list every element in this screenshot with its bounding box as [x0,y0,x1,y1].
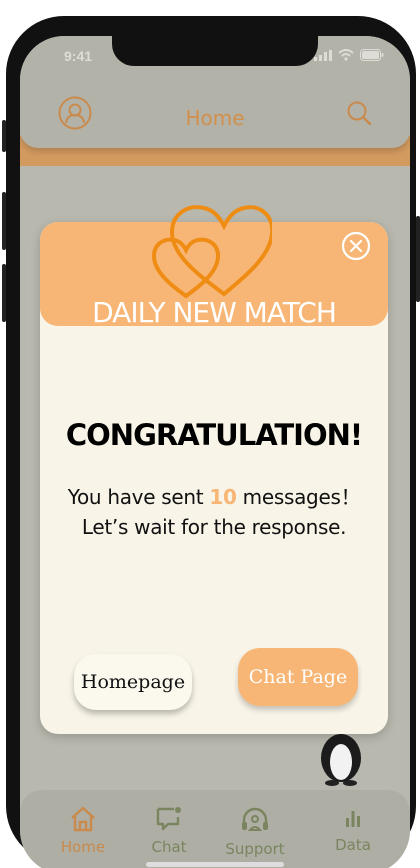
chat-icon [156,807,181,831]
home-icon [71,806,95,832]
volume-up-button [2,192,6,250]
tab-support[interactable]: Support [220,806,290,858]
close-button[interactable] [340,230,372,262]
volume-down-button [2,264,6,322]
tab-support-label: Support [225,840,285,858]
message-suffix: messages！ [242,485,361,509]
tab-home[interactable]: Home [48,806,118,856]
bottom-tab-bar: Home Chat Support Data [20,790,410,868]
daily-match-dialog: DAILY NEW MATCH CONGRATULATION! You have… [40,205,388,734]
side-button [2,120,6,152]
search-icon [347,101,372,126]
power-button [416,216,420,302]
battery-icon [360,49,384,61]
message-count: 10 [209,485,237,509]
search-button[interactable] [346,100,372,126]
homepage-button[interactable]: Homepage [74,654,192,710]
home-indicator [146,862,284,867]
tab-data[interactable]: Data [318,806,388,854]
wifi-icon [338,49,354,61]
status-time: 9:41 [64,48,93,64]
support-icon [242,807,268,831]
dialog-banner-title: DAILY NEW MATCH [92,296,337,329]
message-line-1: You have sent 10 messages！ [40,482,388,512]
data-icon [346,811,360,827]
tab-home-label: Home [60,838,106,856]
tab-chat-label: Chat [151,838,187,856]
close-icon [341,231,371,261]
message-prefix: You have sent [67,485,204,509]
dialog-heading: CONGRATULATION! [65,418,363,452]
notch [112,36,318,66]
signal-icon [314,49,332,61]
tab-data-label: Data [335,836,371,854]
status-icons [314,49,384,61]
app-screen: 9:41 Home DAILY NEW MATCH CONGRATULATION… [20,36,410,868]
chat-page-button[interactable]: Chat Page [238,648,358,706]
hearts-icon [151,205,272,299]
tab-chat[interactable]: Chat [134,806,204,856]
phone-frame: 9:41 Home DAILY NEW MATCH CONGRATULATION… [2,16,420,868]
message-line-2: Let’s wait for the response. [81,515,347,539]
penguin-illustration [321,734,361,786]
dialog-message: You have sent 10 messages！ Let’s wait fo… [40,482,388,542]
